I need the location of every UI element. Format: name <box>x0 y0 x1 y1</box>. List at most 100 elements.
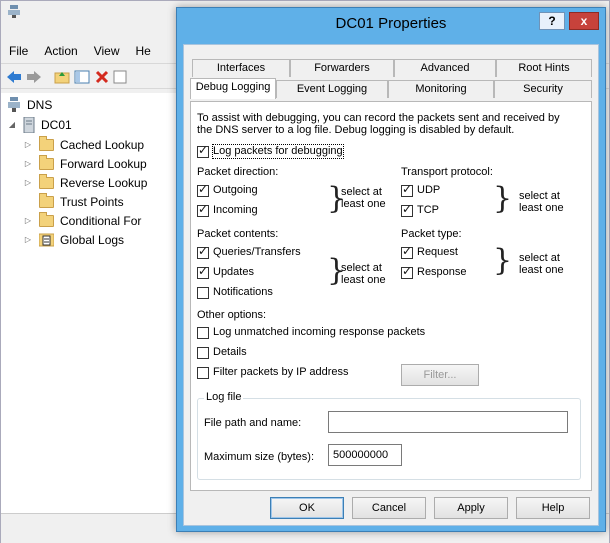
tree-node-dns-label: DNS <box>27 98 53 112</box>
outgoing-checkbox[interactable]: Outgoing <box>197 183 258 197</box>
log-file-heading: Log file <box>204 391 244 403</box>
contents-note-2: least one <box>341 274 386 286</box>
incoming-checkbox[interactable]: Incoming <box>197 203 258 217</box>
filter-by-ip-label: Filter packets by IP address <box>213 366 349 378</box>
updates-label: Updates <box>213 266 254 278</box>
other-options-heading: Other options: <box>197 309 267 321</box>
tree-node-label: Trust Points <box>60 195 124 209</box>
server-icon <box>23 117 35 133</box>
checkbox-box[interactable] <box>197 286 209 299</box>
updates-checkbox[interactable]: Updates <box>197 265 254 279</box>
ok-button[interactable]: OK <box>270 497 344 519</box>
expand-arrow-icon[interactable]: ▷ <box>23 155 33 173</box>
tab-debug-logging[interactable]: Debug Logging <box>190 78 276 99</box>
checkbox-box[interactable] <box>401 183 413 197</box>
filter-button[interactable]: Filter... <box>401 364 479 386</box>
file-path-input[interactable] <box>328 411 568 433</box>
tree-node-global-logs[interactable]: ▷ Global Logs <box>23 231 124 249</box>
tree-node-cached-lookups[interactable]: ▷ Cached Lookup <box>23 136 144 154</box>
expand-arrow-icon[interactable]: ▷ <box>23 231 33 249</box>
tab-forwarders[interactable]: Forwarders <box>290 59 394 77</box>
help-title-button[interactable]: ? <box>539 12 565 30</box>
tree-node-label: Global Logs <box>60 233 125 247</box>
type-note-2: least one <box>519 264 564 276</box>
tab-interfaces[interactable]: Interfaces <box>192 59 290 77</box>
details-checkbox[interactable]: Details <box>197 346 247 359</box>
tree-node-trust-points[interactable]: Trust Points <box>39 193 124 211</box>
folder-icon <box>39 212 54 227</box>
menu-help[interactable]: He <box>128 41 159 61</box>
packet-direction-heading: Packet direction: <box>197 166 279 178</box>
checkbox-box[interactable] <box>401 245 413 259</box>
console-tree-icon[interactable] <box>73 68 91 86</box>
request-checkbox[interactable]: Request <box>401 245 458 259</box>
udp-checkbox[interactable]: UDP <box>401 183 440 197</box>
tree-node-server-label: DC01 <box>41 118 72 132</box>
checkbox-box[interactable] <box>197 183 209 197</box>
folder-icon <box>39 174 54 189</box>
expand-arrow-icon[interactable]: ▷ <box>23 174 33 192</box>
help-button[interactable]: Help <box>516 497 590 519</box>
filter-by-ip-checkbox[interactable]: Filter packets by IP address <box>197 366 349 379</box>
brace-icon: } <box>493 181 513 216</box>
max-size-input[interactable]: 500000000 <box>328 444 402 466</box>
brace-icon: } <box>493 243 513 278</box>
delete-icon[interactable] <box>93 68 111 86</box>
checkbox-box[interactable] <box>197 265 209 279</box>
checkbox-box[interactable] <box>401 203 413 217</box>
apply-button[interactable]: Apply <box>434 497 508 519</box>
dns-server-icon <box>8 97 20 112</box>
close-button[interactable]: x <box>569 12 599 30</box>
tcp-label: TCP <box>417 204 439 216</box>
tab-security[interactable]: Security <box>494 80 592 98</box>
tab-monitoring[interactable]: Monitoring <box>388 80 494 98</box>
protocol-note-2: least one <box>519 202 564 214</box>
details-label: Details <box>213 346 247 358</box>
up-folder-icon[interactable] <box>53 68 71 86</box>
tree-node-forward-lookup[interactable]: ▷ Forward Lookup <box>23 155 147 173</box>
notifications-checkbox[interactable]: Notifications <box>197 286 273 299</box>
tab-event-logging[interactable]: Event Logging <box>276 80 388 98</box>
checkbox-box[interactable] <box>197 346 209 359</box>
tree-node-server[interactable]: ◢ DC01 <box>7 116 72 134</box>
folder-icon <box>39 193 54 208</box>
folder-icon <box>39 155 54 170</box>
tree-node-label: Reverse Lookup <box>60 176 148 190</box>
collapse-arrow-icon[interactable]: ◢ <box>7 116 17 134</box>
properties-icon[interactable] <box>111 68 129 86</box>
queries-transfers-label: Queries/Transfers <box>213 246 301 258</box>
tree-node-conditional-forwarders[interactable]: ▷ Conditional For <box>23 212 141 230</box>
response-checkbox[interactable]: Response <box>401 265 467 279</box>
forward-arrow-icon[interactable] <box>25 68 43 86</box>
checkbox-box[interactable] <box>197 203 209 217</box>
expand-arrow-icon[interactable]: ▷ <box>23 212 33 230</box>
queries-transfers-checkbox[interactable]: Queries/Transfers <box>197 245 301 259</box>
expand-arrow-icon[interactable]: ▷ <box>23 136 33 154</box>
menu-bar: File Action View He <box>1 41 159 61</box>
tcp-checkbox[interactable]: TCP <box>401 203 439 217</box>
notifications-label: Notifications <box>213 286 273 298</box>
global-logs-icon <box>39 233 54 247</box>
checkbox-box[interactable] <box>197 366 209 379</box>
cancel-button[interactable]: Cancel <box>352 497 426 519</box>
checkbox-box[interactable] <box>197 245 209 259</box>
max-size-label: Maximum size (bytes): <box>204 451 315 463</box>
tree-node-dns[interactable]: DNS <box>7 96 52 114</box>
tab-advanced[interactable]: Advanced <box>394 59 496 77</box>
checkbox-box[interactable] <box>197 144 209 158</box>
menu-file[interactable]: File <box>1 41 36 61</box>
menu-view[interactable]: View <box>86 41 128 61</box>
packet-contents-heading: Packet contents: <box>197 228 279 240</box>
log-packets-checkbox[interactable]: Log packets for debugging <box>197 144 344 159</box>
dns-app-icon <box>8 5 20 18</box>
back-arrow-icon[interactable] <box>5 68 23 86</box>
log-unmatched-checkbox[interactable]: Log unmatched incoming response packets <box>197 326 425 339</box>
tab-root-hints[interactable]: Root Hints <box>496 59 592 77</box>
tree-node-label: Cached Lookup <box>60 138 145 152</box>
log-file-group: Log file File path and name: Maximum siz… <box>197 391 581 480</box>
checkbox-box[interactable] <box>401 265 413 279</box>
checkbox-box[interactable] <box>197 326 209 339</box>
debug-logging-panel: To assist with debugging, you can record… <box>190 101 592 491</box>
tree-node-reverse-lookup[interactable]: ▷ Reverse Lookup <box>23 174 147 192</box>
menu-action[interactable]: Action <box>36 41 85 61</box>
